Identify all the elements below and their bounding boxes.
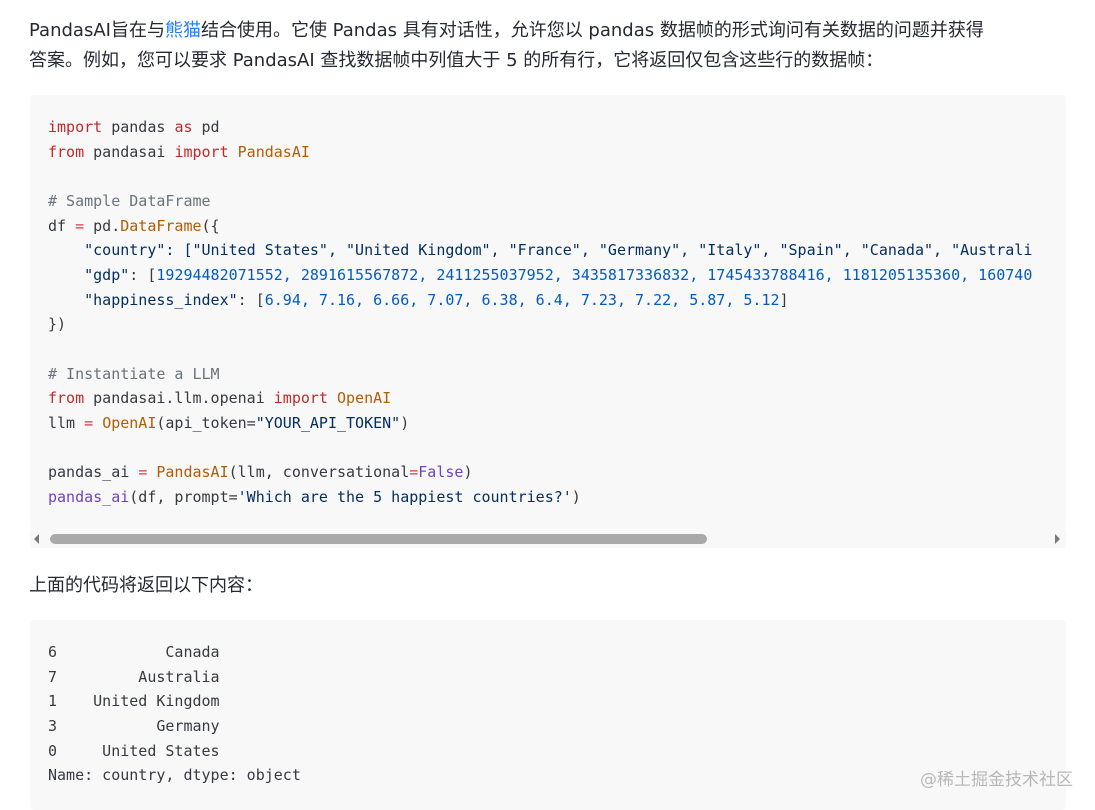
code-content: import pandas as pd from pandasai import…	[30, 95, 1066, 510]
code-comment-sample: # Sample DataFrame	[48, 191, 211, 210]
code-line-gdp: "gdp": [19294482071552, 2891615567872, 2…	[84, 265, 1033, 284]
code-line-country: "country": ["United States", "United Kin…	[84, 241, 1033, 260]
output-row: 6 Canada	[48, 643, 220, 661]
pandas-link[interactable]: 熊猫	[165, 20, 201, 41]
output-row: 3 Germany	[48, 716, 220, 735]
code-comment-llm: # Instantiate a LLM	[48, 364, 220, 383]
code-line-2: from pandasai import PandasAI	[48, 142, 310, 161]
intro-paragraph: PandasAI旨在与熊猫结合使用。它使 Pandas 具有对话性，允许您以 p…	[29, 16, 1069, 76]
scroll-left-arrow-icon[interactable]	[34, 534, 39, 544]
output-block: 6 Canada 7 Australia 1 United Kingdom 3 …	[30, 620, 1066, 810]
result-intro: 上面的代码将返回以下内容：	[29, 575, 263, 596]
code-line-13: llm = OpenAI(api_token="YOUR_API_TOKEN")	[48, 413, 410, 432]
code-line-happiness: "happiness_index": [6.94, 7.16, 6.66, 7.…	[84, 290, 789, 309]
scrollbar-thumb[interactable]	[50, 534, 707, 544]
intro-text-cont: 结合使用。它使 Pandas 具有对话性，允许您以 pandas 数据帧的形式询…	[200, 20, 984, 41]
code-line-1: import pandas as pd	[48, 118, 220, 136]
watermark: @稀土掘金技术社区	[920, 770, 1073, 790]
code-line-close: })	[48, 315, 67, 334]
horizontal-scrollbar[interactable]	[30, 530, 1066, 548]
output-row: 7 Australia	[48, 667, 220, 686]
scroll-right-arrow-icon[interactable]	[1055, 534, 1060, 544]
code-line-12: from pandasai.llm.openai import OpenAI	[48, 389, 392, 408]
code-line-5: df = pd.DataFrame({	[48, 216, 220, 235]
code-line-16: pandas_ai(df, prompt='Which are the 5 ha…	[48, 487, 581, 506]
output-footer: Name: country, dtype: object	[48, 766, 301, 785]
code-block: import pandas as pd from pandasai import…	[30, 95, 1066, 530]
output-content: 6 Canada 7 Australia 1 United Kingdom 3 …	[30, 620, 1066, 788]
intro-text-line2: 答案。例如，您可以要求 PandasAI 查找数据帧中列值大于 5 的所有行，它…	[29, 50, 884, 71]
output-row: 1 United Kingdom	[48, 692, 220, 711]
output-row: 0 United States	[48, 741, 220, 760]
intro-text: PandasAI旨在与	[29, 20, 165, 41]
code-line-15: pandas_ai = PandasAI(llm, conversational…	[48, 463, 473, 482]
